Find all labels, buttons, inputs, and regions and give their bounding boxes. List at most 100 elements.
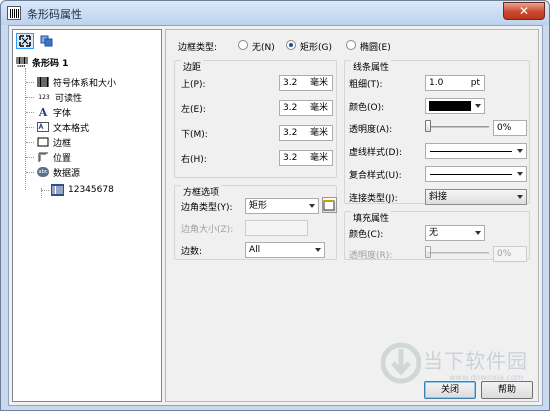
join-type-select[interactable]: 斜接 — [425, 189, 527, 205]
expand-view-button[interactable] — [16, 33, 34, 49]
fill-transparency-slider[interactable] — [427, 252, 489, 254]
tree-item-barcode[interactable]: 1234 条形码 1 — [16, 55, 68, 69]
barcode-symbology-icon — [37, 77, 49, 88]
margin-right-value: 3.2 — [283, 153, 298, 163]
tree-item-label: 符号体系和大小 — [53, 78, 117, 89]
fill-color-select[interactable]: 无 — [425, 225, 485, 241]
solid-line-preview — [430, 151, 512, 152]
line-group-title: 线条属性 — [351, 60, 392, 73]
border-rect-label[interactable]: 矩形(G) — [300, 40, 332, 53]
line-transparency-label: 透明度(A): — [349, 125, 393, 135]
corner-group-title: 方框选项 — [181, 185, 222, 198]
border-rect-radio[interactable] — [286, 40, 296, 50]
border-icon — [37, 137, 49, 148]
tree-item-position[interactable]: 位置 — [37, 150, 71, 164]
margin-top-unit: 毫米 — [309, 78, 328, 88]
data-source-icon: abc — [37, 167, 49, 177]
position-icon — [37, 152, 49, 163]
tree-item-label: 数据源 — [53, 168, 81, 179]
tree-item-symbology[interactable]: 符号体系和大小 — [37, 75, 116, 89]
property-tree-panel: 1234 条形码 1 符号体系和大小 123 可读性 A 字体 文本格式 边框 — [12, 29, 162, 402]
readability-icon: 123 — [38, 93, 50, 101]
sides-select[interactable]: All — [245, 242, 325, 258]
corner-options-group: 方框选项 边角类型(Y): 矩形 边角大小(Z): 边数: All — [174, 185, 337, 260]
chevron-down-icon — [517, 149, 523, 153]
margin-left-input[interactable]: 3.2 毫米 — [279, 100, 333, 116]
fill-group-title: 填充属性 — [351, 211, 392, 224]
margin-left-unit: 毫米 — [309, 103, 328, 113]
border-ellipse-radio[interactable] — [346, 40, 356, 50]
tree-item-data-source[interactable]: abc 数据源 — [37, 165, 80, 179]
dash-style-label: 虚线样式(D): — [349, 148, 402, 158]
compound-style-select[interactable] — [425, 166, 527, 182]
border-type-label: 边框类型: — [178, 43, 218, 53]
line-properties-group: 线条属性 粗细(T): 1.0 pt 颜色(O): 透明度(A): 0% 虚线样… — [344, 60, 530, 205]
tree-toolbar — [16, 33, 55, 49]
tree-item-border[interactable]: 边框 — [37, 135, 71, 149]
fill-transparency-label: 透明度(R): — [349, 251, 393, 261]
dialog-window: 条形码属性 ✕ 1234 条形码 1 符号体系和大小 123 可读性 A 字体 … — [0, 0, 550, 411]
margin-top-input[interactable]: 3.2 毫米 — [279, 75, 333, 91]
border-ellipse-label[interactable]: 椭圆(E) — [360, 40, 391, 53]
tree-item-text-format[interactable]: 文本格式 — [37, 120, 89, 134]
tree-item-data-value[interactable]: 12345678 — [51, 183, 114, 197]
title-bar[interactable]: 条形码属性 ✕ — [1, 1, 549, 25]
watermark-logo: 当下软件园 www.downxia.com — [381, 341, 541, 391]
margin-left-label: 左(E): — [181, 105, 206, 115]
compound-style-label: 复合样式(U): — [349, 171, 402, 181]
window-title: 条形码属性 — [27, 8, 82, 21]
thickness-label: 粗细(T): — [349, 80, 383, 90]
compound-line-preview — [430, 174, 512, 175]
line-transparency-thumb[interactable] — [425, 120, 431, 132]
margin-bottom-unit: 毫米 — [309, 128, 328, 138]
fill-transparency-input[interactable]: 0% — [493, 246, 527, 262]
corner-size-input[interactable] — [245, 220, 308, 236]
fill-transparency-value: 0% — [497, 249, 512, 259]
barcode-data-icon — [51, 184, 64, 196]
chevron-down-icon — [517, 172, 523, 176]
chevron-down-icon — [315, 248, 321, 252]
join-type-label: 连接类型(J): — [349, 194, 398, 204]
tree-item-font[interactable]: A 字体 — [37, 105, 71, 119]
tree-item-label: 边框 — [53, 138, 72, 149]
pages-view-button[interactable] — [37, 33, 55, 49]
line-transparency-value: 0% — [497, 123, 512, 133]
thickness-unit: pt — [470, 78, 480, 88]
line-color-swatch — [429, 101, 471, 111]
line-transparency-input[interactable]: 0% — [493, 120, 527, 136]
watermark-url: www.downxia.com — [449, 373, 524, 382]
margin-right-unit: 毫米 — [309, 153, 328, 163]
barcode-app-icon — [7, 6, 21, 20]
corner-type-select[interactable]: 矩形 — [245, 198, 319, 214]
font-icon: A — [38, 105, 48, 119]
border-none-label[interactable]: 无(N) — [252, 40, 275, 53]
corner-preview-button[interactable] — [322, 197, 337, 213]
tree-item-label: 可读性 — [55, 93, 83, 104]
download-logo-icon — [381, 342, 421, 384]
tree-item-readability[interactable]: 123 可读性 — [37, 90, 82, 104]
thickness-input[interactable]: 1.0 pt — [425, 75, 485, 91]
join-type-value: 斜接 — [429, 192, 448, 202]
fill-transparency-thumb[interactable] — [425, 246, 431, 258]
line-color-label: 颜色(O): — [349, 103, 385, 113]
chevron-down-icon — [475, 104, 481, 108]
chevron-down-icon — [517, 195, 523, 199]
tree-item-label: 字体 — [53, 108, 72, 119]
dash-style-select[interactable] — [425, 143, 527, 159]
line-transparency-slider[interactable] — [427, 126, 489, 128]
svg-text:1234: 1234 — [17, 64, 25, 67]
window-close-button[interactable]: ✕ — [503, 2, 545, 20]
margin-group: 边距 上(P): 3.2 毫米 左(E): 3.2 毫米 下(M): 3.2 毫… — [174, 60, 337, 178]
margin-group-title: 边距 — [181, 60, 204, 73]
margin-right-input[interactable]: 3.2 毫米 — [279, 150, 333, 166]
margin-bottom-input[interactable]: 3.2 毫米 — [279, 125, 333, 141]
line-color-select[interactable] — [425, 98, 485, 114]
border-none-radio[interactable] — [238, 40, 248, 50]
corner-type-value: 矩形 — [249, 201, 268, 211]
pages-icon — [40, 35, 52, 47]
corner-preview-icon — [323, 200, 335, 211]
barcode-icon: 1234 — [16, 57, 28, 68]
margin-right-label: 右(H): — [181, 155, 207, 165]
tree-item-label: 条形码 1 — [32, 58, 69, 69]
chevron-down-icon — [475, 231, 481, 235]
